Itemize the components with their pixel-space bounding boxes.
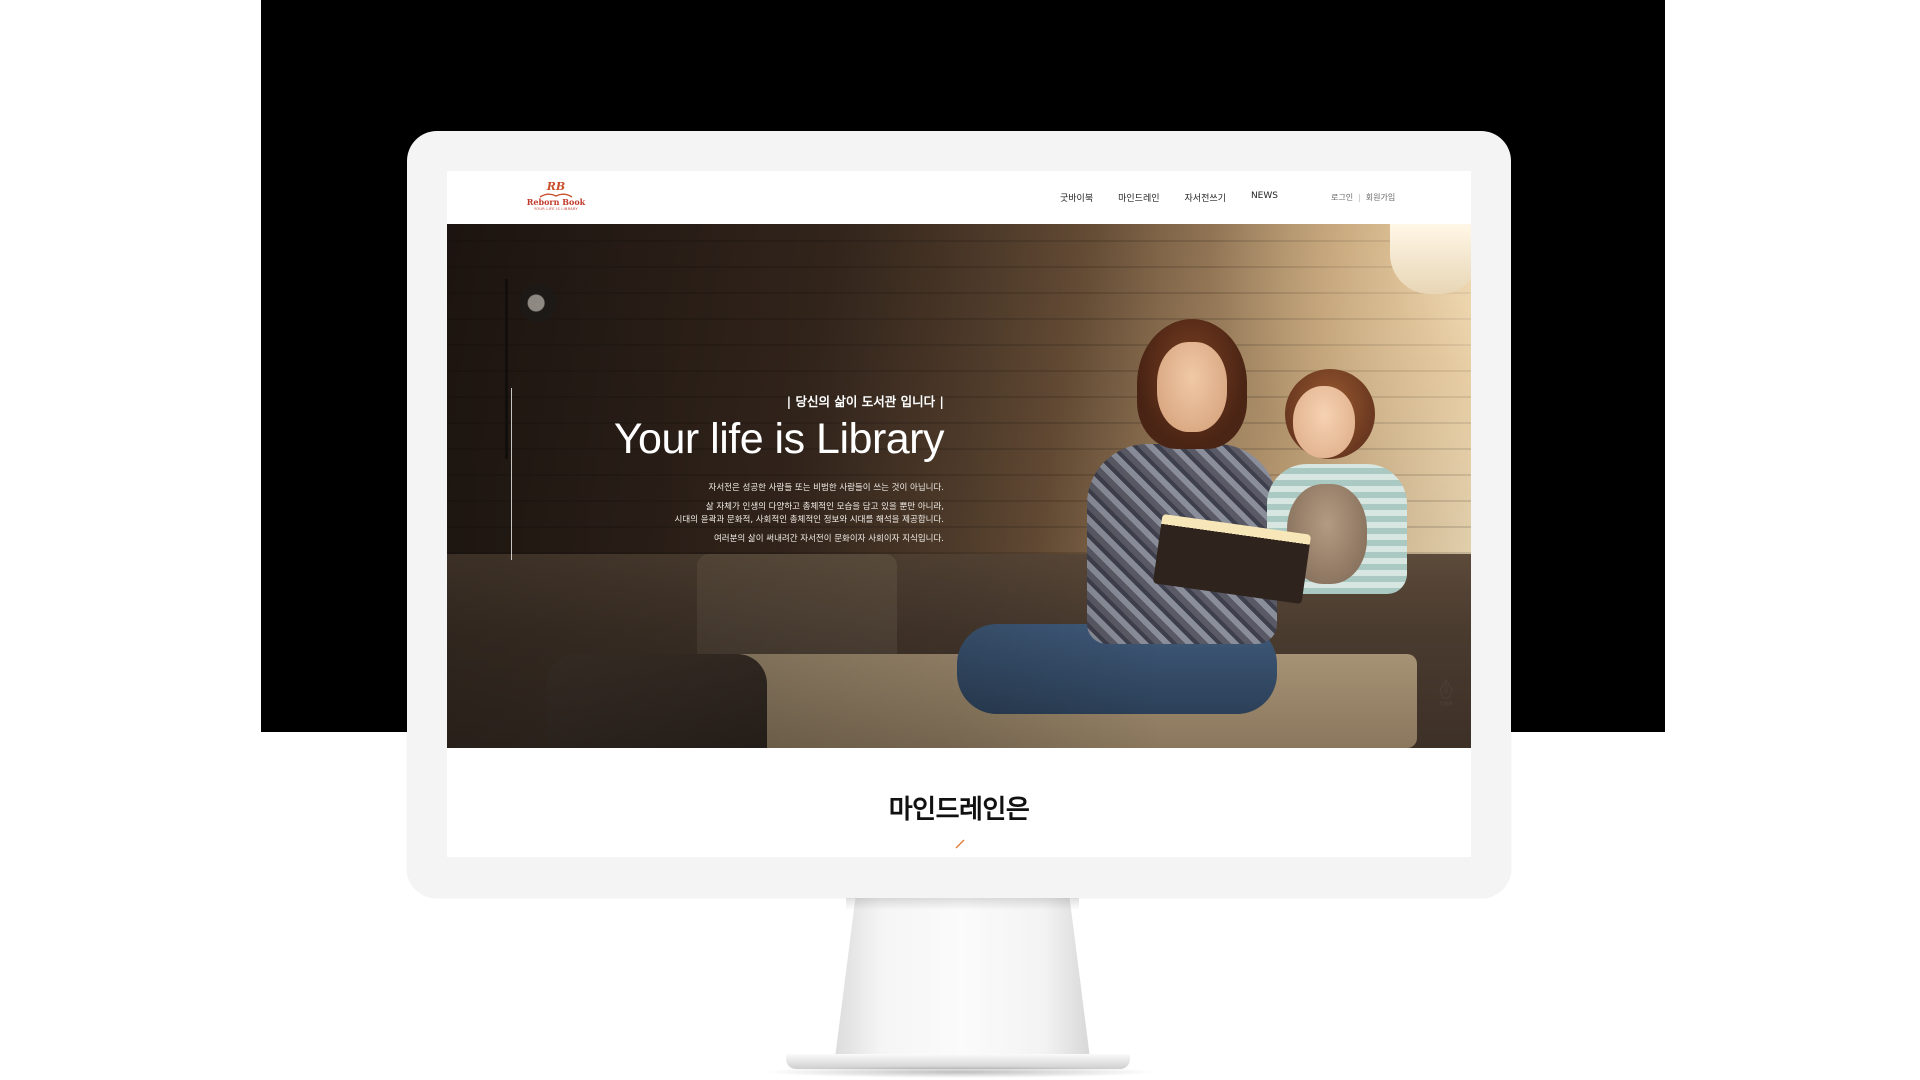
hero-copy: | 당신의 삶이 도서관 입니다 | Your life is Library …: [464, 394, 945, 552]
hero-banner: | 당신의 삶이 도서관 입니다 | Your life is Library …: [447, 224, 1471, 748]
pen-nib-icon: [1439, 679, 1453, 699]
hero-divider-line: [511, 388, 512, 560]
nav-item-mindrain[interactable]: 마인드레인: [1118, 191, 1159, 204]
hero-desc-line-2b: 시대의 윤곽과 문화적, 사회적인 총체적인 정보와 시대를 해석을 제공합니다…: [674, 515, 944, 525]
signup-link[interactable]: 회원가입: [1366, 192, 1395, 203]
monitor-screen: RB Reborn Book YOUR LIFE IS LIBRARY 굿바이북…: [447, 171, 1471, 857]
nav-item-news[interactable]: NEWS: [1251, 191, 1278, 204]
logo-name: Reborn Book: [526, 197, 586, 207]
hero-desc-line-1: 자서전은 성공한 사람들 또는 비범한 사람들이 쓰는 것이 아닙니다.: [708, 483, 944, 493]
hero-desc-line-3: 여러분의 삶이 써내려간 자서전이 문화이자 사회이자 지식입니다.: [713, 534, 944, 544]
main-nav: 굿바이북 마인드레인 자서전쓰기 NEWS: [1060, 191, 1303, 204]
hero-desc-line-2a: 삶 자체가 인생의 다양하고 총체적인 모습을 담고 있을 뿐만 아니라,: [705, 502, 944, 512]
hero-description-block-3: 여러분의 삶이 써내려간 자서전이 문화이자 사회이자 지식입니다.: [464, 533, 944, 546]
user-links-divider: |: [1358, 193, 1361, 202]
nav-item-goodbye-book[interactable]: 굿바이북: [1060, 191, 1093, 204]
login-link[interactable]: 로그인: [1331, 192, 1353, 203]
logo-monogram: RB: [546, 180, 566, 193]
hero-description-block-2: 삶 자체가 인생의 다양하고 총체적인 모습을 담고 있을 뿐만 아니라, 시대…: [464, 501, 944, 527]
logo-tagline: YOUR LIFE IS LIBRARY: [534, 207, 578, 211]
hero-description: 자서전은 성공한 사람들 또는 비범한 사람들이 쓰는 것이 아닙니다.: [464, 482, 944, 495]
accent-slash-icon: [955, 839, 965, 849]
scroll-top-label: TOP: [1439, 701, 1453, 708]
hero-title: Your life is Library: [613, 415, 945, 463]
user-links: 로그인 | 회원가입: [1331, 192, 1395, 203]
scroll-top-button[interactable]: TOP: [1432, 679, 1460, 725]
monitor-floor-shadow: [760, 1066, 1160, 1078]
nav-item-autobiography[interactable]: 자서전쓰기: [1185, 191, 1226, 204]
site-logo[interactable]: RB Reborn Book YOUR LIFE IS LIBRARY: [525, 181, 587, 217]
site-header: RB Reborn Book YOUR LIFE IS LIBRARY 굿바이북…: [447, 171, 1471, 224]
monitor-stand-neck: [835, 898, 1090, 1058]
hero-subtitle: | 당신의 삶이 도서관 입니다 |: [786, 394, 944, 409]
section-title: 마인드레인은: [888, 795, 1030, 825]
monitor-stand-shadow: [846, 898, 1079, 910]
